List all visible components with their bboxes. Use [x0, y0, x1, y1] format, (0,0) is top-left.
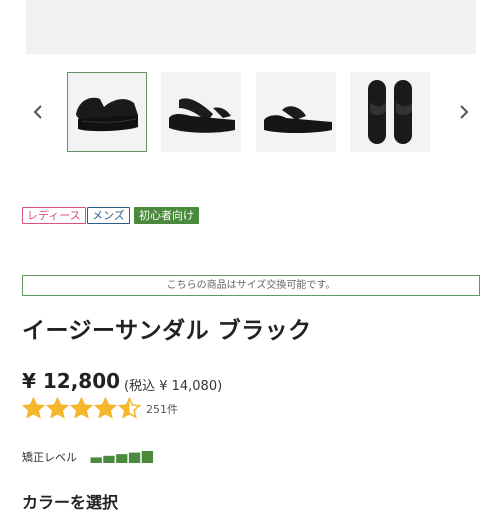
thumbnail-1[interactable]	[67, 72, 147, 152]
gallery-next-button[interactable]	[452, 100, 476, 124]
meter-segment	[116, 454, 128, 463]
sandal-image	[169, 98, 235, 133]
sandal-image	[368, 80, 412, 144]
meter-segment	[103, 455, 115, 463]
product-title: イージーサンダル ブラック	[22, 318, 312, 344]
main-product-image	[26, 0, 476, 54]
star-full-icon	[70, 397, 93, 419]
correction-level-meter	[90, 451, 153, 463]
product-price: ¥ 12,800	[22, 369, 121, 393]
thumbnail-3[interactable]	[256, 72, 336, 152]
star-half-icon	[118, 397, 141, 419]
thumbnail-2[interactable]	[161, 72, 241, 152]
star-full-icon	[46, 397, 69, 419]
thumbnail-4[interactable]	[350, 72, 430, 152]
star-full-icon	[22, 397, 45, 419]
tag-beginner: 初心者向け	[134, 207, 199, 224]
meter-segment	[141, 451, 153, 463]
chevron-right-icon	[460, 105, 469, 119]
size-exchange-notice: こちらの商品はサイズ交換可能です。	[22, 275, 480, 296]
tag-ladies: レディース	[22, 207, 86, 224]
sandal-image	[264, 106, 332, 133]
star-rating[interactable]	[22, 397, 142, 419]
meter-segment	[90, 457, 102, 463]
sandal-image	[76, 97, 138, 132]
chevron-left-icon	[33, 105, 42, 119]
gallery-prev-button[interactable]	[26, 100, 50, 124]
star-full-icon	[94, 397, 117, 419]
meter-segment	[128, 452, 141, 463]
correction-level-label: 矯正レベル	[22, 451, 77, 464]
review-count[interactable]: 251件	[146, 401, 178, 417]
color-select-heading: カラーを選択	[22, 493, 119, 512]
tax-included-price: (税込 ¥ 14,080)	[124, 379, 223, 394]
tag-mens: メンズ	[87, 207, 130, 224]
